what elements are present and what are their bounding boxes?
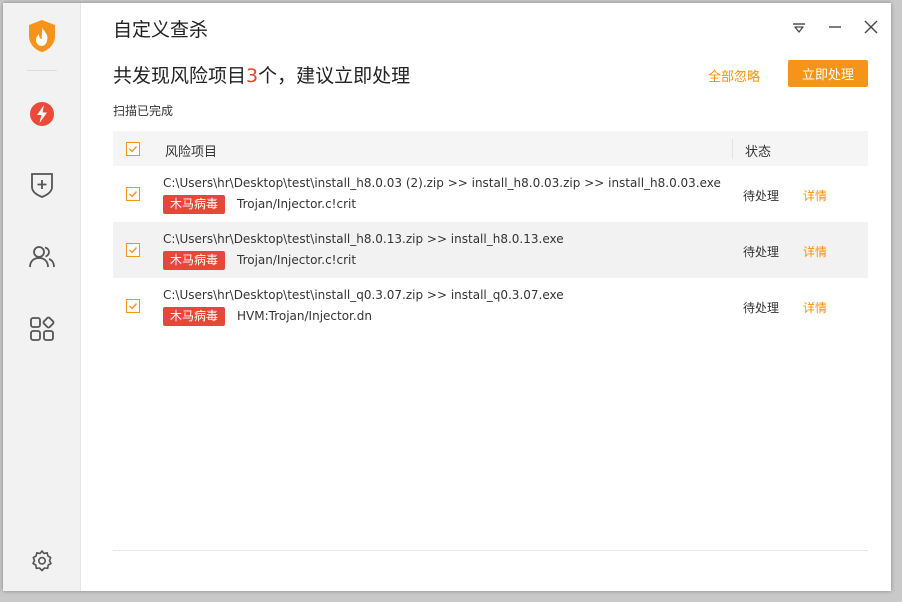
ignore-all-link[interactable]: 全部忽略: [708, 66, 760, 85]
column-divider: [732, 139, 733, 159]
result-headline: 共发现风险项目3个，建议立即处理: [113, 61, 410, 88]
shield-plus-icon: [29, 171, 55, 203]
row-status: 待处理: [743, 301, 780, 315]
sidebar-item-settings[interactable]: [25, 546, 59, 580]
sidebar-item-scan[interactable]: [25, 99, 59, 133]
virus-name: HVM:Trojan/Injector.dn: [237, 309, 372, 323]
row-checkbox[interactable]: [126, 243, 140, 257]
table-row: C:\Users\hr\Desktop\test\install_q0.3.07…: [113, 278, 868, 334]
sidebar-item-protection[interactable]: [25, 170, 59, 204]
sidebar-item-users[interactable]: [25, 242, 59, 276]
minimize-button[interactable]: [824, 17, 846, 39]
sidebar: [3, 3, 81, 591]
menu-dropdown-icon: [792, 19, 806, 38]
file-path: C:\Users\hr\Desktop\test\install_h8.0.03…: [163, 176, 721, 190]
row-status: 待处理: [743, 245, 780, 259]
sidebar-divider: [27, 70, 57, 71]
file-path: C:\Users\hr\Desktop\test\install_h8.0.13…: [163, 232, 564, 246]
minimize-icon: [828, 19, 842, 38]
details-link[interactable]: 详情: [803, 187, 827, 204]
table-header: 风险项目 状态: [113, 131, 868, 166]
table-row: C:\Users\hr\Desktop\test\install_h8.0.13…: [113, 222, 868, 278]
row-checkbox[interactable]: [126, 299, 140, 313]
headline-suffix: 个，建议立即处理: [258, 65, 411, 87]
apps-icon: [29, 316, 55, 346]
footer-divider: [113, 550, 868, 551]
menu-button[interactable]: [788, 17, 810, 39]
app-logo-icon: [27, 19, 57, 53]
users-icon: [28, 244, 56, 274]
gear-icon: [30, 549, 54, 577]
fix-now-button[interactable]: 立即处理: [788, 60, 868, 87]
virus-name: Trojan/Injector.c!crit: [237, 253, 357, 267]
window-title: 自定义查杀: [113, 19, 209, 41]
select-all-checkbox[interactable]: [126, 142, 140, 156]
column-header-risk: 风险项目: [165, 145, 218, 160]
risk-count: 3: [246, 65, 259, 87]
threat-type-badge: 木马病毒: [163, 251, 226, 270]
details-link[interactable]: 详情: [803, 243, 827, 260]
headline-prefix: 共发现风险项目: [113, 65, 247, 87]
row-status: 待处理: [743, 189, 780, 203]
close-button[interactable]: [860, 17, 882, 39]
details-link[interactable]: 详情: [803, 299, 827, 316]
threat-type-badge: 木马病毒: [163, 195, 226, 214]
close-icon: [864, 19, 878, 38]
sidebar-item-tools[interactable]: [25, 314, 59, 348]
lightning-icon: [29, 101, 55, 131]
file-path: C:\Users\hr\Desktop\test\install_q0.3.07…: [163, 288, 564, 302]
table-row: C:\Users\hr\Desktop\test\install_h8.0.03…: [113, 166, 868, 222]
column-header-status: 状态: [745, 145, 772, 160]
row-checkbox[interactable]: [126, 187, 140, 201]
scan-status: 扫描已完成: [113, 104, 174, 118]
virus-name: Trojan/Injector.c!crit: [237, 197, 357, 211]
threat-type-badge: 木马病毒: [163, 307, 226, 326]
risk-table: 风险项目 状态 C:\Users\hr\Desktop\test\install…: [113, 131, 868, 334]
app-window: 自定义查杀 共发现风险项目3个，建议立即处理 全部忽略 立即处理 扫描已完成 风…: [3, 3, 891, 591]
